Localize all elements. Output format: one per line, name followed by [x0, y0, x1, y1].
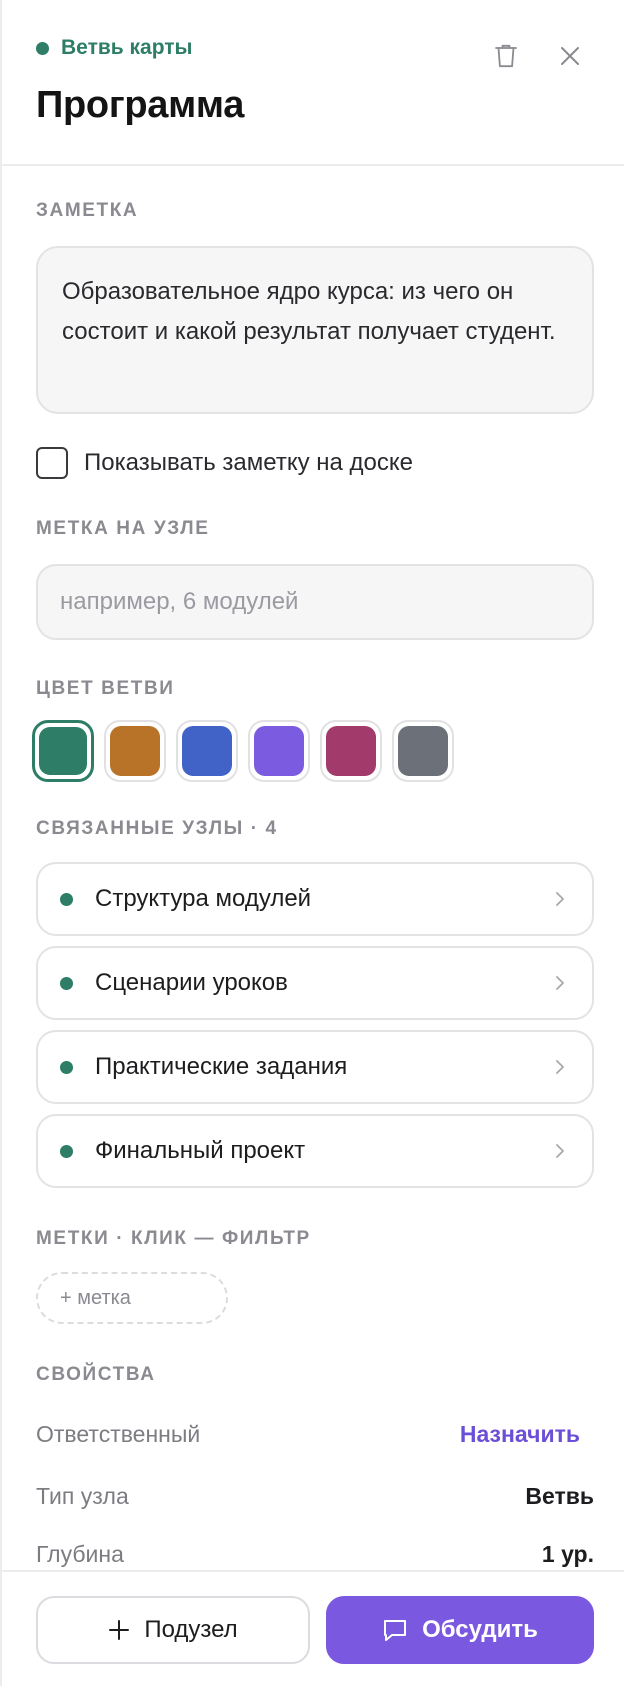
color-swatch-fill	[398, 726, 448, 776]
related-node-item[interactable]: Структура модулей	[36, 862, 594, 936]
color-swatch-fill	[182, 726, 232, 776]
related-node-dot-icon	[60, 892, 73, 906]
type-value: Ветвь	[525, 1482, 594, 1509]
related-node-name: Финальный проект	[95, 1137, 306, 1164]
node-title[interactable]: Программа	[36, 84, 244, 127]
chevron-right-icon	[556, 1060, 564, 1074]
add-subnode-button[interactable]: Подузел	[36, 1596, 310, 1664]
related-node-name: Сценарии уроков	[95, 969, 288, 996]
show-note-label: Показывать заметку на доске	[84, 449, 413, 476]
color-swatch-fill	[110, 726, 160, 776]
panel-footer: Подузел Обсудить	[2, 1570, 624, 1686]
chevron-right-icon	[556, 892, 564, 906]
related-node-name: Структура модулей	[95, 885, 312, 912]
related-node-dot-icon	[60, 976, 73, 990]
delete-button[interactable]	[486, 36, 526, 76]
show-note-checkbox[interactable]	[36, 447, 68, 479]
related-section-label: СВЯЗАННЫЕ УЗЛЫ · 4	[36, 818, 278, 839]
owner-key: Ответственный	[36, 1420, 201, 1447]
close-button[interactable]	[550, 36, 590, 76]
add-tag-button[interactable]: + метка	[36, 1272, 228, 1324]
chat-bubble-icon	[384, 1620, 407, 1641]
branch-dot-icon	[36, 41, 49, 55]
assign-owner-link[interactable]: Назначить	[460, 1421, 594, 1448]
related-node-name: Практические задания	[95, 1053, 348, 1080]
color-swatch-6[interactable]	[392, 720, 454, 782]
properties-section-label: СВОЙСТВА	[36, 1364, 156, 1385]
type-key: Тип узла	[36, 1482, 129, 1509]
color-swatch-1[interactable]	[32, 720, 94, 782]
tags-section-label: МЕТКИ · КЛИК — ФИЛЬТР	[36, 1228, 311, 1249]
note-section-label: ЗАМЕТКА	[36, 200, 139, 221]
related-node-dot-icon	[60, 1144, 73, 1158]
property-type: Тип узла Ветвь	[36, 1478, 594, 1514]
color-swatch-2[interactable]	[104, 720, 166, 782]
color-swatch-4[interactable]	[248, 720, 310, 782]
branch-tag-label: Ветвь карты	[61, 36, 193, 59]
plus-icon	[109, 1620, 130, 1640]
panel-header: Ветвь карты Программа	[2, 0, 624, 166]
discuss-button[interactable]: Обсудить	[326, 1596, 594, 1664]
close-icon	[561, 47, 579, 65]
depth-key: Глубина	[36, 1540, 124, 1567]
related-node-item[interactable]: Сценарии уроков	[36, 946, 594, 1020]
related-node-item[interactable]: Финальный проект	[36, 1114, 594, 1188]
discuss-label: Обсудить	[422, 1616, 538, 1643]
branch-tag: Ветвь карты	[36, 34, 192, 62]
depth-value: 1 ур.	[541, 1540, 594, 1567]
color-swatch-3[interactable]	[176, 720, 238, 782]
trash-icon	[495, 44, 517, 68]
color-swatches	[32, 720, 454, 782]
chevron-right-icon	[556, 1144, 564, 1158]
property-depth: Глубина 1 ур.	[36, 1536, 594, 1572]
color-swatch-fill	[254, 726, 304, 776]
related-node-dot-icon	[60, 1060, 73, 1074]
node-label-input[interactable]	[36, 564, 594, 640]
node-details-panel: Ветвь карты Программа ЗАМЕТКА Образовате…	[0, 0, 624, 1686]
add-subnode-label: Подузел	[144, 1616, 238, 1643]
color-swatch-5[interactable]	[320, 720, 382, 782]
branch-color-section-label: ЦВЕТ ВЕТВИ	[36, 678, 175, 699]
show-note-toggle[interactable]: Показывать заметку на доске	[36, 446, 413, 480]
color-swatch-fill	[326, 726, 376, 776]
property-owner: Ответственный Назначить	[36, 1416, 594, 1452]
color-swatch-fill	[39, 727, 87, 775]
related-nodes-list: Структура модулей Сценарии уроков Практиче…	[36, 862, 594, 1198]
related-node-item[interactable]: Практические задания	[36, 1030, 594, 1104]
note-textarea[interactable]: Образовательное ядро курса: из чего он с…	[36, 246, 594, 414]
chevron-right-icon	[556, 976, 564, 990]
node-label-section-label: МЕТКА НА УЗЛЕ	[36, 518, 210, 539]
